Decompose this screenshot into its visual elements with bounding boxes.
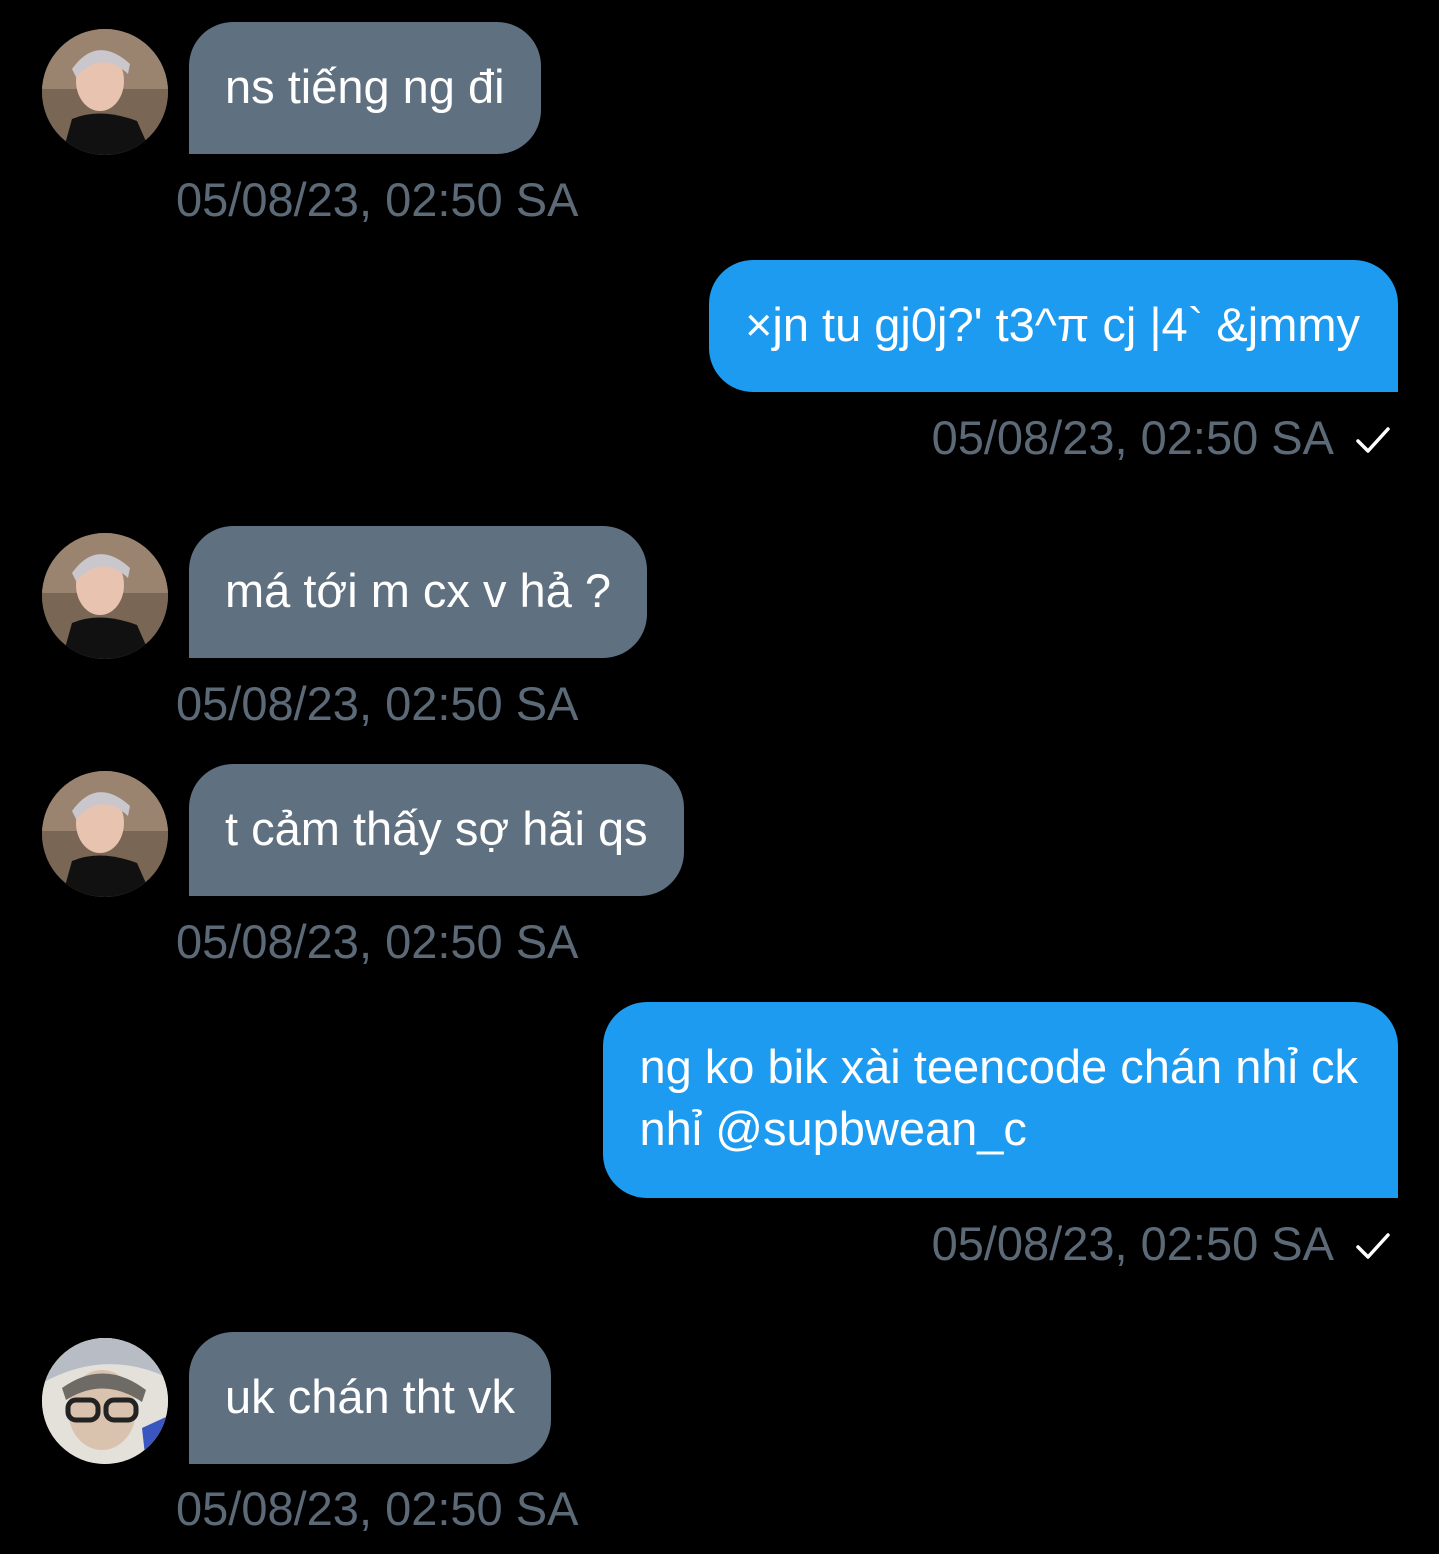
message-text: ns tiếng ng đi [225, 60, 505, 113]
avatar-user-1-image [42, 29, 168, 155]
message-bubble[interactable]: ns tiếng ng đi [189, 22, 541, 154]
message-bubble[interactable]: t cảm thấy sợ hãi qs [189, 764, 684, 896]
message-text-line: ng ko bik xài teencode chán nhỉ ck [639, 1040, 1358, 1093]
avatar-user-1[interactable] [42, 771, 168, 897]
message-bubble[interactable]: ng ko bik xài teencode chán nhỉ ck nhỉ @… [603, 1002, 1398, 1198]
message-timestamp: 05/08/23, 02:50 SA [176, 1482, 579, 1535]
check-icon [1353, 420, 1393, 460]
avatar-user-2[interactable] [42, 1338, 168, 1464]
avatar-user-1[interactable] [42, 533, 168, 659]
message-timestamp: 05/08/23, 02:50 SA [176, 173, 579, 226]
message-text: t cảm thấy sợ hãi qs [225, 802, 648, 855]
avatar-user-1-image [42, 771, 168, 897]
message-bubble[interactable]: ×jn tu gj0j?' t3^π cj |4` &jmmy [708, 260, 1398, 392]
message-text: ×jn tu gj0j?' t3^π cj |4` &jmmy [744, 298, 1360, 351]
check-icon [1353, 1226, 1393, 1266]
message-text: má tới m cx v hả ? [225, 564, 612, 617]
message-text: uk chán tht vk [225, 1370, 515, 1423]
avatar-user-1[interactable] [42, 29, 168, 155]
message-timestamp: 05/08/23, 02:50 SA [176, 677, 579, 730]
message-bubble[interactable]: uk chán tht vk [189, 1332, 551, 1464]
message-text-line: nhỉ @supbwean_c [639, 1102, 1027, 1155]
message-bubble[interactable]: má tới m cx v hả ? [189, 526, 648, 658]
avatar-user-1-image [42, 533, 168, 659]
message-timestamp: 05/08/23, 02:50 SA [931, 1217, 1334, 1270]
message-timestamp: 05/08/23, 02:50 SA [931, 411, 1334, 464]
message-timestamp: 05/08/23, 02:50 SA [176, 915, 579, 968]
avatar-user-2-image [42, 1338, 168, 1464]
